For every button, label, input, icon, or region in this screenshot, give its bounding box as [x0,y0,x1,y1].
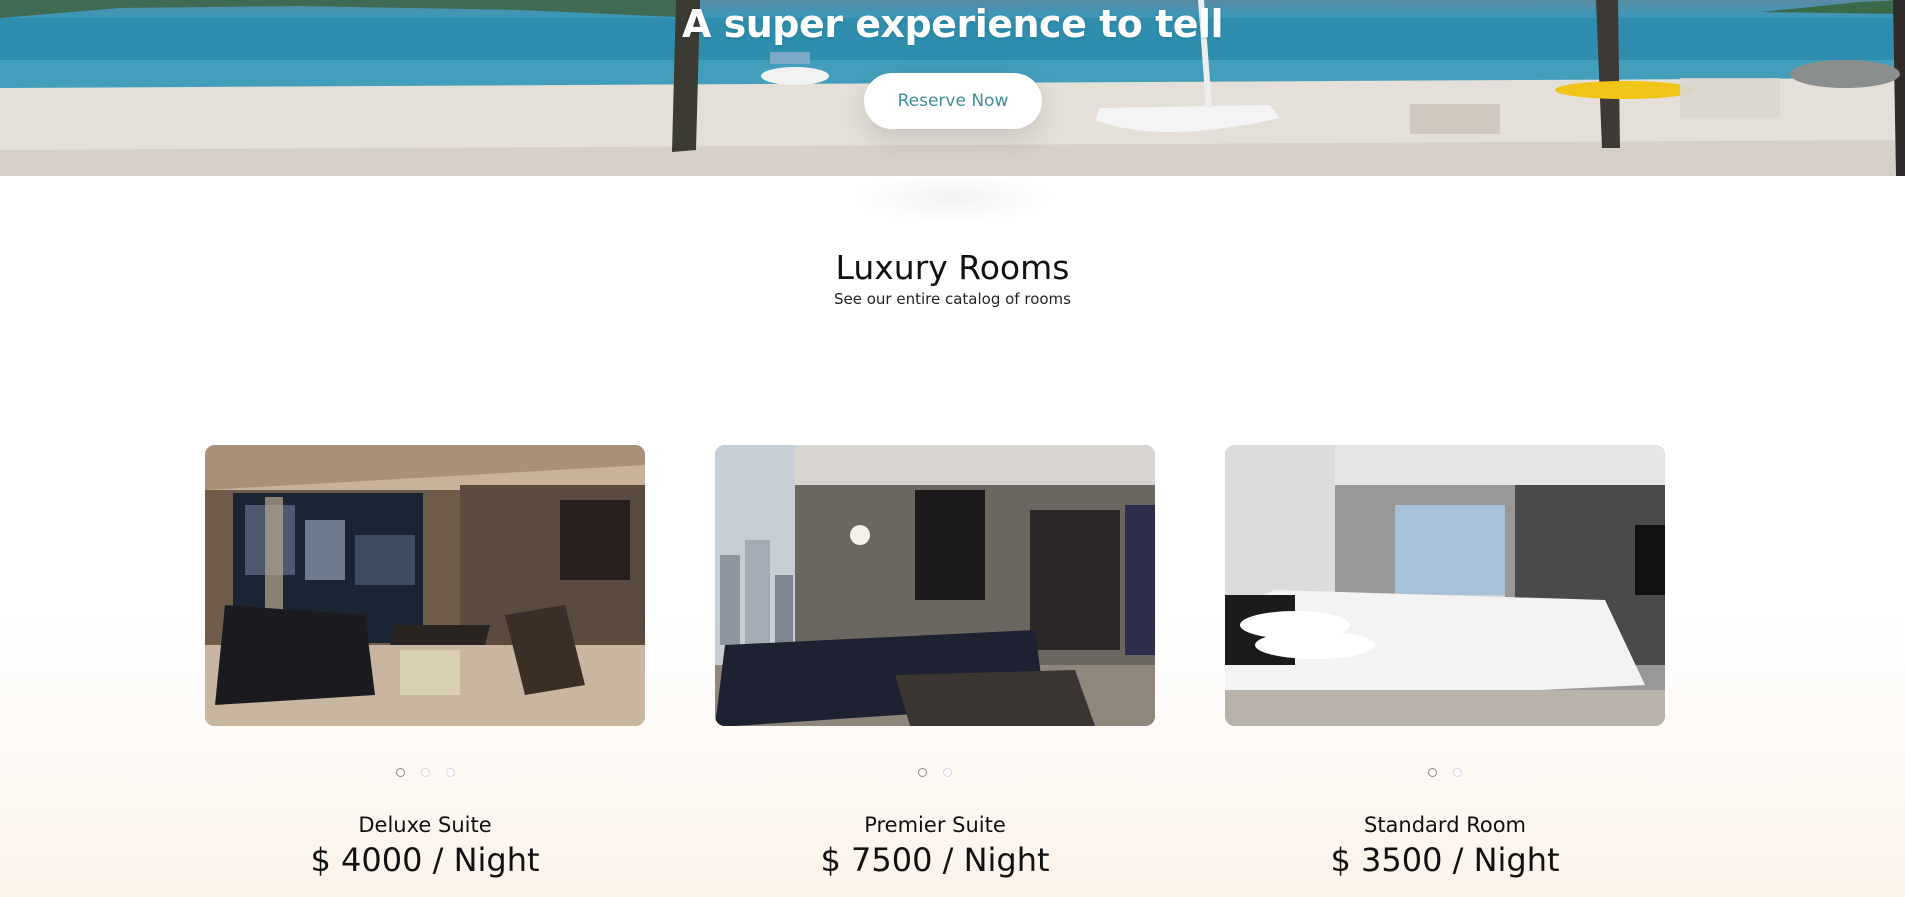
carousel-dots [1225,768,1665,777]
carousel-dot[interactable] [918,768,927,777]
section-subtitle: See our entire catalog of rooms [834,290,1071,308]
hero-title: A super experience to tell [681,2,1224,46]
room-name: Standard Room [1363,813,1526,837]
room-price: $ 7500 / Night [820,841,1050,879]
room-card-premier-suite[interactable]: Premier Suite $ 7500 / Night [715,445,1155,879]
room-name: Premier Suite [864,813,1006,837]
room-card-standard-room[interactable]: Standard Room $ 3500 / Night [1225,445,1665,879]
reserve-now-button[interactable]: Reserve Now [864,73,1042,129]
room-photo-deluxe-suite[interactable] [205,445,645,726]
room-price: $ 4000 / Night [310,841,540,879]
room-name: Deluxe Suite [358,813,492,837]
carousel-dot[interactable] [1453,768,1462,777]
carousel-dots [205,768,645,777]
hero-banner: A super experience to tell Reserve Now [0,0,1905,176]
carousel-dot[interactable] [1428,768,1437,777]
room-price: $ 3500 / Night [1330,841,1560,879]
room-photo-standard-room[interactable] [1225,445,1665,726]
carousel-dot[interactable] [445,768,455,777]
carousel-dot[interactable] [943,768,952,777]
room-card-deluxe-suite[interactable]: Deluxe Suite $ 4000 / Night [205,445,645,879]
button-shadow [850,172,1055,224]
section-title: Luxury Rooms [835,248,1070,287]
carousel-dot[interactable] [395,768,405,777]
room-photo-premier-suite[interactable] [715,445,1155,726]
carousel-dots [715,768,1155,777]
carousel-dot[interactable] [420,768,430,777]
